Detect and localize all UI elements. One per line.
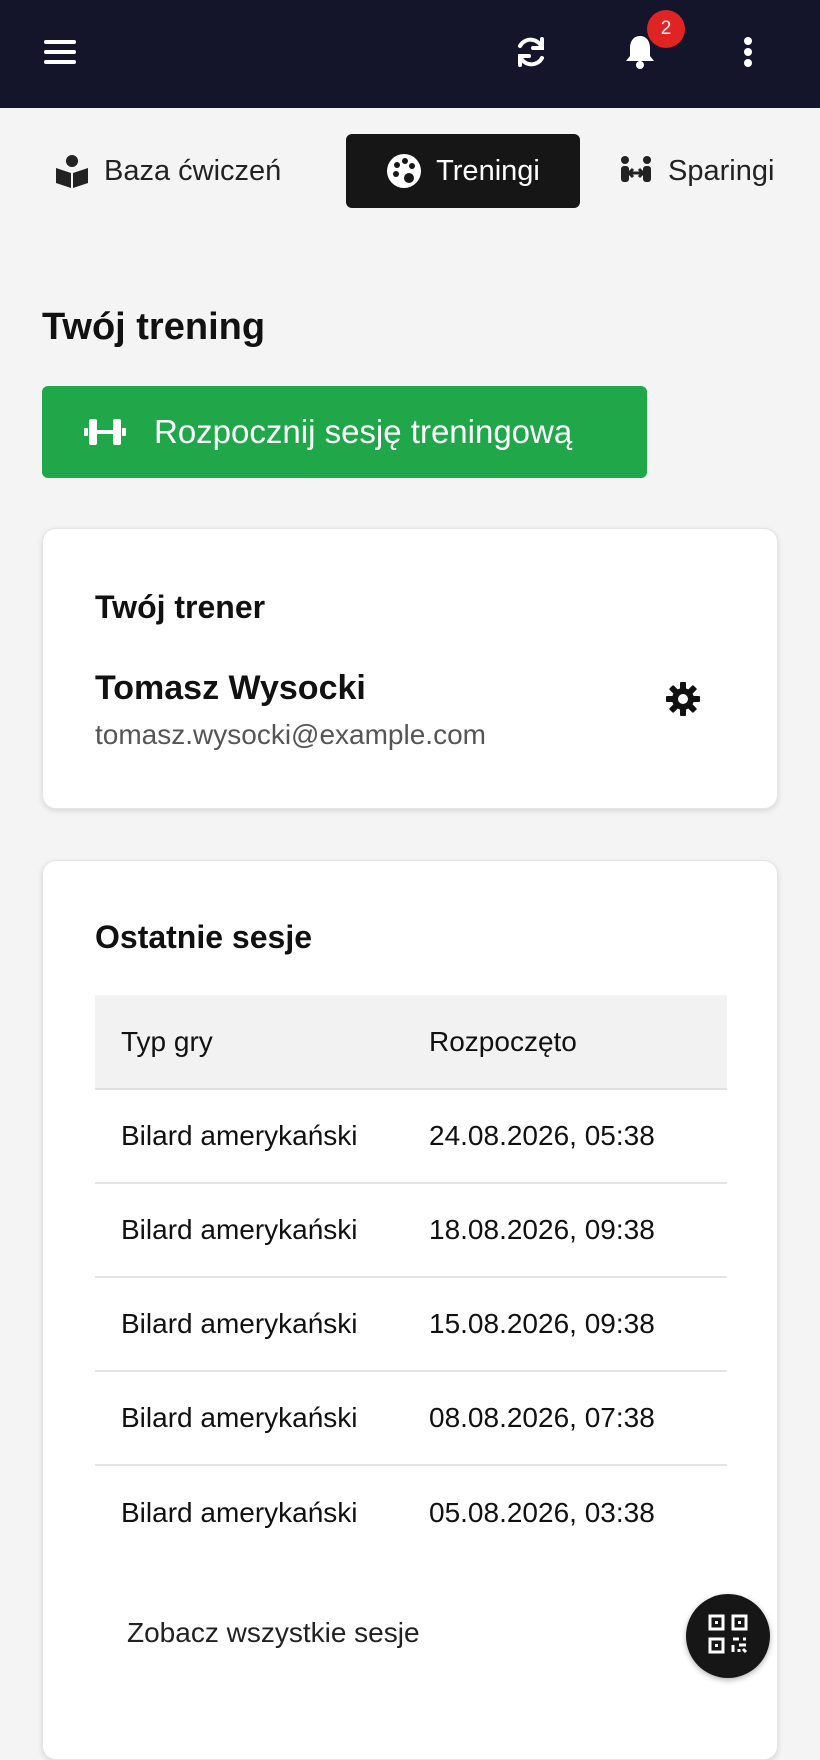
tab-label: Treningi (436, 154, 540, 187)
sync-button[interactable] (507, 30, 555, 78)
column-header-game-type: Typ gry (95, 995, 403, 1090)
people-arrows-icon (618, 155, 654, 187)
tab-trainings[interactable]: Treningi (346, 134, 580, 208)
top-app-bar: 2 (0, 0, 820, 108)
table-row[interactable]: Bilard amerykański 15.08.2026, 09:38 (95, 1277, 727, 1372)
table-row[interactable]: Bilard amerykański 24.08.2026, 05:38 (95, 1089, 727, 1184)
trainer-name: Tomasz Wysocki (95, 669, 366, 707)
trainer-card: Twój trener Tomasz Wysocki tomasz.wysock… (42, 528, 778, 809)
sessions-table: Typ gry Rozpoczęto Bilard amerykański 24… (95, 995, 727, 1559)
game-type-cell: Bilard amerykański (95, 1277, 403, 1372)
recent-sessions-card: Ostatnie sesje Typ gry Rozpoczęto Bilard… (42, 860, 778, 1760)
table-row[interactable]: Bilard amerykański 18.08.2026, 09:38 (95, 1183, 727, 1278)
game-type-cell: Bilard amerykański (95, 1089, 403, 1184)
started-cell: 08.08.2026, 07:38 (403, 1371, 727, 1466)
tab-label: Sparingi (668, 154, 775, 187)
started-cell: 24.08.2026, 05:38 (403, 1089, 727, 1184)
palette-icon (386, 153, 422, 189)
recent-sessions-title: Ostatnie sesje (95, 919, 312, 955)
see-all-sessions-link[interactable]: Zobacz wszystkie sesje (127, 1617, 420, 1649)
sync-icon (513, 34, 549, 75)
menu-button[interactable] (36, 30, 84, 78)
more-vertical-icon (743, 36, 753, 72)
gear-icon (665, 681, 701, 722)
table-row[interactable]: Bilard amerykański 05.08.2026, 03:38 (95, 1465, 727, 1559)
trainer-email: tomasz.wysocki@example.com (95, 719, 486, 750)
tab-sparrings[interactable]: Sparingi (604, 134, 820, 208)
start-training-session-label: Rozpocznij sesję treningową (154, 413, 573, 450)
start-training-session-button[interactable]: Rozpocznij sesję treningową (42, 386, 647, 478)
page-title: Twój trening (42, 306, 266, 348)
dumbbell-icon (84, 417, 126, 447)
qr-scan-button[interactable] (686, 1594, 770, 1678)
table-row[interactable]: Bilard amerykański 08.08.2026, 07:38 (95, 1371, 727, 1466)
section-tabs: Baza ćwiczeń Treningi Sparingi (0, 134, 820, 208)
qr-code-icon (707, 1613, 749, 1660)
book-user-icon (54, 154, 90, 188)
started-cell: 05.08.2026, 03:38 (429, 1496, 655, 1528)
game-type-cell: Bilard amerykański (95, 1183, 403, 1278)
game-type-cell: Bilard amerykański (95, 1371, 403, 1466)
started-cell: 15.08.2026, 09:38 (403, 1277, 727, 1372)
tab-label: Baza ćwiczeń (104, 154, 282, 187)
more-options-button[interactable] (724, 30, 772, 78)
table-header-row: Typ gry Rozpoczęto (95, 995, 727, 1090)
notification-badge: 2 (647, 10, 685, 48)
trainer-settings-button[interactable] (663, 681, 703, 721)
tab-exercise-base[interactable]: Baza ćwiczeń (40, 134, 330, 208)
trainer-card-title: Twój trener (95, 589, 266, 625)
started-cell: 18.08.2026, 09:38 (403, 1183, 727, 1278)
column-header-started: Rozpoczęto (403, 995, 727, 1090)
game-type-cell: Bilard amerykański (121, 1496, 358, 1528)
menu-icon (44, 38, 76, 71)
